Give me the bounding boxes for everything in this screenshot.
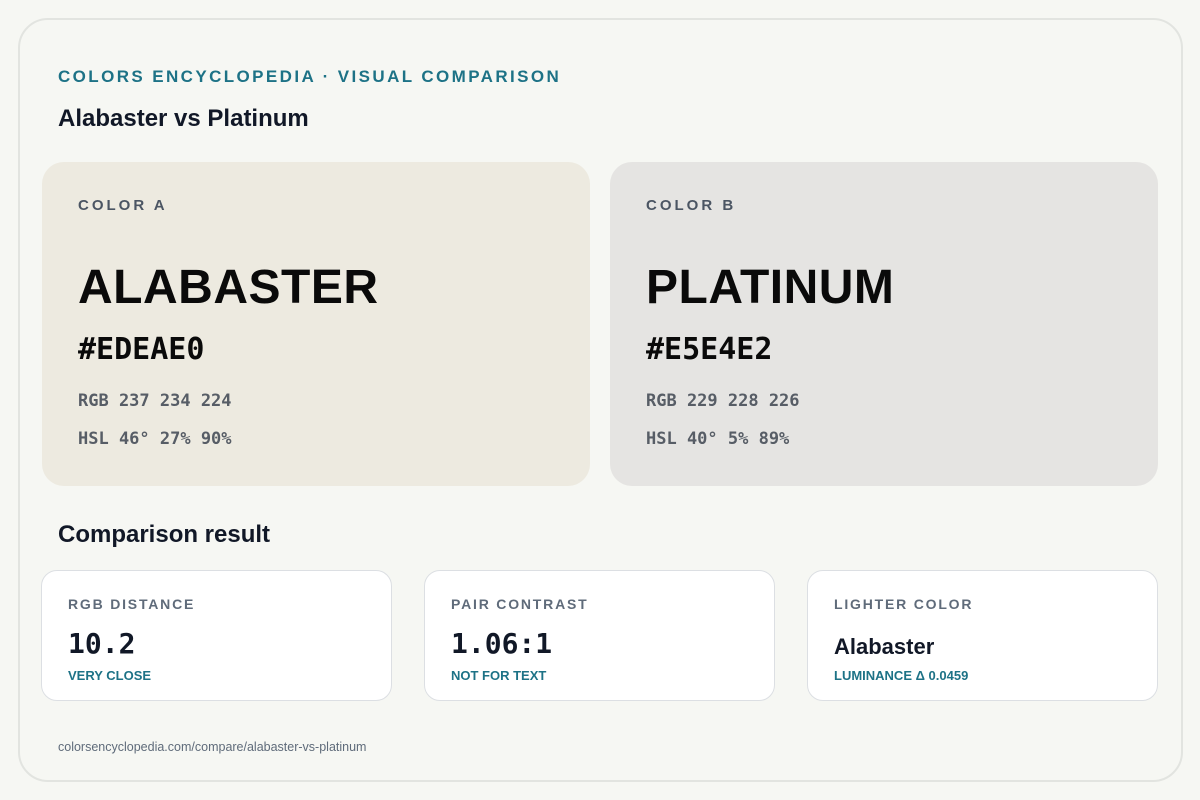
stat-card-lighter-color: LIGHTER COLOR Alabaster LUMINANCE Δ 0.04… xyxy=(807,570,1158,701)
page-title: Alabaster vs Platinum xyxy=(58,105,309,132)
color-b-rgb: RGB 229 228 226 xyxy=(646,391,800,411)
stat-value: Alabaster xyxy=(834,634,935,659)
stat-note: LUMINANCE Δ 0.0459 xyxy=(834,668,969,683)
stat-card-rgb-distance: RGB DISTANCE 10.2 VERY CLOSE xyxy=(41,570,392,701)
color-b-kicker: COLOR B xyxy=(646,197,737,214)
color-b-hsl: HSL 40° 5% 89% xyxy=(646,429,790,449)
color-b-name: PLATINUM xyxy=(646,261,895,314)
stat-note: NOT FOR TEXT xyxy=(451,668,547,683)
color-b-hex: #E5E4E2 xyxy=(646,332,773,367)
color-a-hsl: HSL 46° 27% 90% xyxy=(78,429,232,449)
site-eyebrow: COLORS ENCYCLOPEDIA · VISUAL COMPARISON xyxy=(58,67,562,86)
stat-label: RGB DISTANCE xyxy=(68,596,196,612)
color-a-kicker: COLOR A xyxy=(78,197,168,214)
color-a-swatch: COLOR A ALABASTER #EDEAE0 RGB 237 234 22… xyxy=(42,162,590,486)
color-a-name: ALABASTER xyxy=(78,261,379,314)
stat-value: 1.06:1 xyxy=(451,627,553,660)
stat-note: VERY CLOSE xyxy=(68,668,152,683)
color-a-rgb: RGB 237 234 224 xyxy=(78,391,232,411)
footer-url[interactable]: colorsencyclopedia.com/compare/alabaster… xyxy=(58,740,366,754)
color-a-hex: #EDEAE0 xyxy=(78,332,205,367)
stat-card-pair-contrast: PAIR CONTRAST 1.06:1 NOT FOR TEXT xyxy=(424,570,775,701)
stat-label: LIGHTER COLOR xyxy=(834,596,974,612)
comparison-section-title: Comparison result xyxy=(58,521,271,548)
stat-value: 10.2 xyxy=(68,627,136,660)
color-b-swatch: COLOR B PLATINUM #E5E4E2 RGB 229 228 226… xyxy=(610,162,1158,486)
stat-label: PAIR CONTRAST xyxy=(451,596,589,612)
